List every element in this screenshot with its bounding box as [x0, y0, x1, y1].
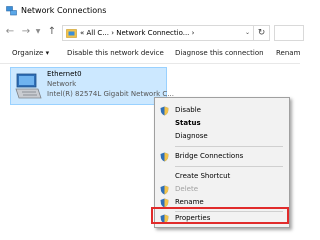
- breadcrumb[interactable]: « All C... › Network Connectio... ›: [80, 29, 194, 37]
- menu-item-label: Rename: [175, 198, 204, 206]
- menu-item-label: Disable: [175, 106, 201, 114]
- menu-item-label: Status: [175, 119, 201, 127]
- shield-icon: [160, 185, 169, 195]
- menu-item-diagnose[interactable]: Diagnose: [155, 130, 289, 143]
- organize-button[interactable]: Organize ▾: [12, 49, 49, 57]
- forward-arrow-icon[interactable]: →: [20, 26, 32, 38]
- menu-item-bridge-connections[interactable]: Bridge Connections: [155, 150, 289, 163]
- menu-item-disable[interactable]: Disable: [155, 104, 289, 117]
- properties-highlight-box: [151, 207, 289, 224]
- menu-separator: [175, 146, 283, 147]
- window-title: Network Connections: [21, 6, 107, 15]
- connection-network: Network: [47, 80, 77, 88]
- menu-item-status[interactable]: Status: [155, 117, 289, 130]
- network-adapter-icon: [15, 73, 42, 99]
- menu-item-create-shortcut[interactable]: Create Shortcut: [155, 170, 289, 183]
- back-arrow-icon[interactable]: ←: [4, 26, 16, 38]
- address-dropdown-icon[interactable]: ⌄: [245, 29, 250, 36]
- address-row: ← → ▼ ↑ « All C... › Network Connectio..…: [0, 22, 304, 44]
- ethernet-connection-item[interactable]: Ethernet0 Network Intel(R) 82574L Gigabi…: [10, 67, 174, 105]
- connection-name: Ethernet0: [47, 70, 82, 78]
- menu-item-delete: Delete: [155, 183, 289, 196]
- network-connections-icon: [6, 6, 17, 16]
- recent-locations-icon[interactable]: ▼: [34, 26, 42, 38]
- menu-item-label: Bridge Connections: [175, 152, 244, 160]
- title-bar: Network Connections: [0, 0, 300, 22]
- shield-icon: [160, 106, 169, 116]
- search-input[interactable]: [274, 25, 304, 41]
- diagnose-connection-button[interactable]: Diagnose this connection: [175, 49, 264, 57]
- up-arrow-icon[interactable]: ↑: [46, 26, 58, 38]
- shield-icon: [160, 152, 169, 162]
- address-bar[interactable]: « All C... › Network Connectio... › ⌄: [62, 25, 254, 41]
- network-folder-icon: [66, 29, 77, 38]
- disable-device-button[interactable]: Disable this network device: [67, 49, 164, 57]
- menu-item-label: Create Shortcut: [175, 172, 231, 180]
- menu-item-label: Delete: [175, 185, 198, 193]
- menu-separator: [175, 166, 283, 167]
- rename-button[interactable]: Renam: [276, 49, 300, 57]
- command-bar: Organize ▾ Disable this network device D…: [0, 44, 300, 64]
- refresh-icon[interactable]: ↻: [254, 25, 270, 41]
- menu-item-label: Diagnose: [175, 132, 208, 140]
